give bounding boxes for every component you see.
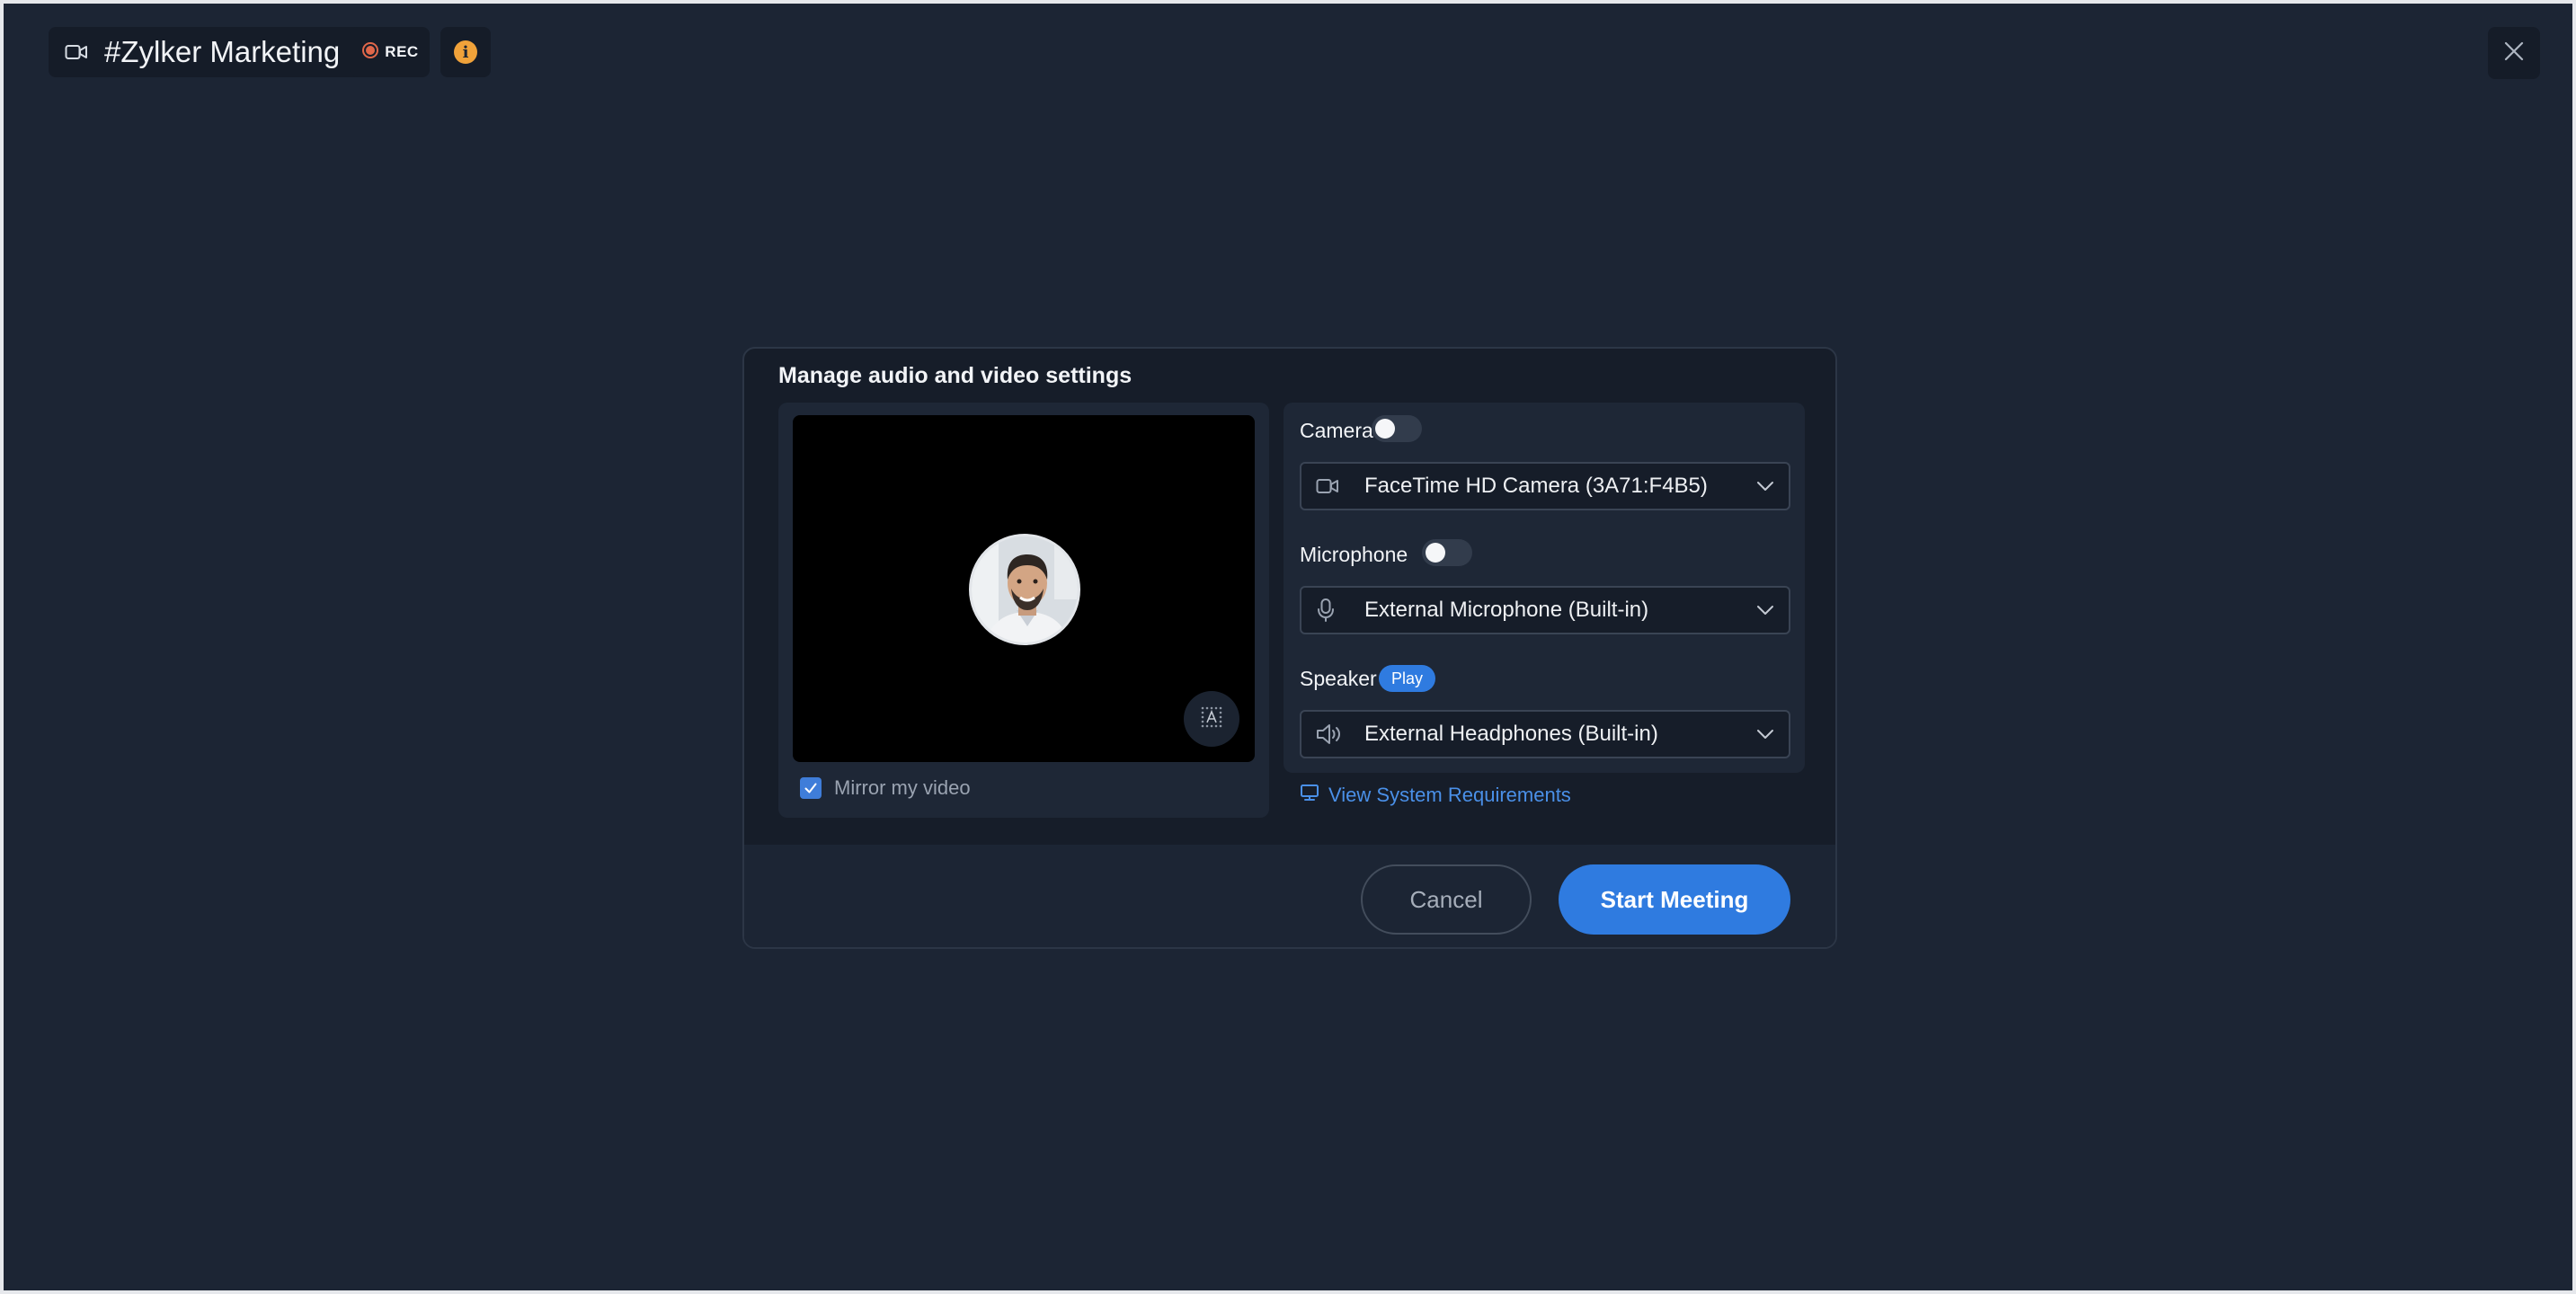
record-icon [361, 41, 379, 64]
video-preview-panel: Mirror my video [778, 403, 1269, 818]
avatar [969, 534, 1080, 645]
checkmark-icon [804, 783, 817, 793]
info-icon: i [454, 40, 477, 64]
cancel-button[interactable]: Cancel [1361, 864, 1532, 935]
info-button[interactable]: i [440, 27, 491, 77]
microphone-label: Microphone [1300, 543, 1408, 566]
monitor-icon [1300, 784, 1319, 807]
background-effects-button[interactable] [1184, 691, 1239, 747]
camera-toggle[interactable] [1372, 415, 1422, 442]
close-icon [2503, 40, 2525, 66]
speaker-label: Speaker [1300, 667, 1377, 690]
video-preview [793, 415, 1255, 762]
video-camera-icon [65, 43, 88, 61]
speaker-select[interactable]: External Headphones (Built-in) [1300, 710, 1790, 758]
mirror-video-label: Mirror my video [834, 776, 971, 799]
dialog-footer: Cancel Start Meeting [744, 845, 1835, 947]
background-effects-icon [1196, 702, 1227, 737]
toggle-knob [1426, 543, 1445, 563]
camera-select-value: FaceTime HD Camera (3A71:F4B5) [1364, 474, 1708, 498]
microphone-toggle[interactable] [1422, 539, 1472, 566]
meeting-window: #Zylker Marketing REC i Manage audio and… [4, 4, 2572, 1290]
dialog-title: Manage audio and video settings [778, 363, 1133, 388]
mirror-video-checkbox[interactable] [800, 777, 822, 799]
audio-video-settings-dialog: Manage audio and video settings Mirror m… [742, 347, 1837, 949]
speaker-icon [1316, 723, 1343, 745]
system-requirements-label: View System Requirements [1328, 784, 1571, 806]
device-settings-panel: Camera FaceTime HD Camera (3A71:F4B5) Mi… [1284, 403, 1805, 773]
chevron-down-icon [1756, 481, 1774, 492]
meeting-title-chip: #Zylker Marketing [49, 27, 366, 77]
meeting-title: #Zylker Marketing [104, 35, 341, 68]
close-button[interactable] [2488, 27, 2540, 79]
speaker-play-button[interactable]: Play [1379, 665, 1436, 692]
microphone-select[interactable]: External Microphone (Built-in) [1300, 586, 1790, 634]
chevron-down-icon [1756, 729, 1774, 740]
mirror-video-option[interactable]: Mirror my video [800, 776, 971, 800]
start-meeting-button[interactable]: Start Meeting [1559, 864, 1790, 935]
toggle-knob [1375, 419, 1395, 439]
camera-label: Camera [1300, 419, 1373, 442]
view-system-requirements-link[interactable]: View System Requirements [1300, 784, 1571, 807]
rec-label: REC [385, 43, 419, 60]
speaker-select-value: External Headphones (Built-in) [1364, 722, 1658, 746]
microphone-icon [1316, 598, 1343, 623]
recording-indicator[interactable]: REC [351, 27, 430, 77]
microphone-select-value: External Microphone (Built-in) [1364, 598, 1649, 622]
chevron-down-icon [1756, 605, 1774, 616]
camera-select[interactable]: FaceTime HD Camera (3A71:F4B5) [1300, 462, 1790, 510]
video-camera-icon [1316, 477, 1343, 495]
